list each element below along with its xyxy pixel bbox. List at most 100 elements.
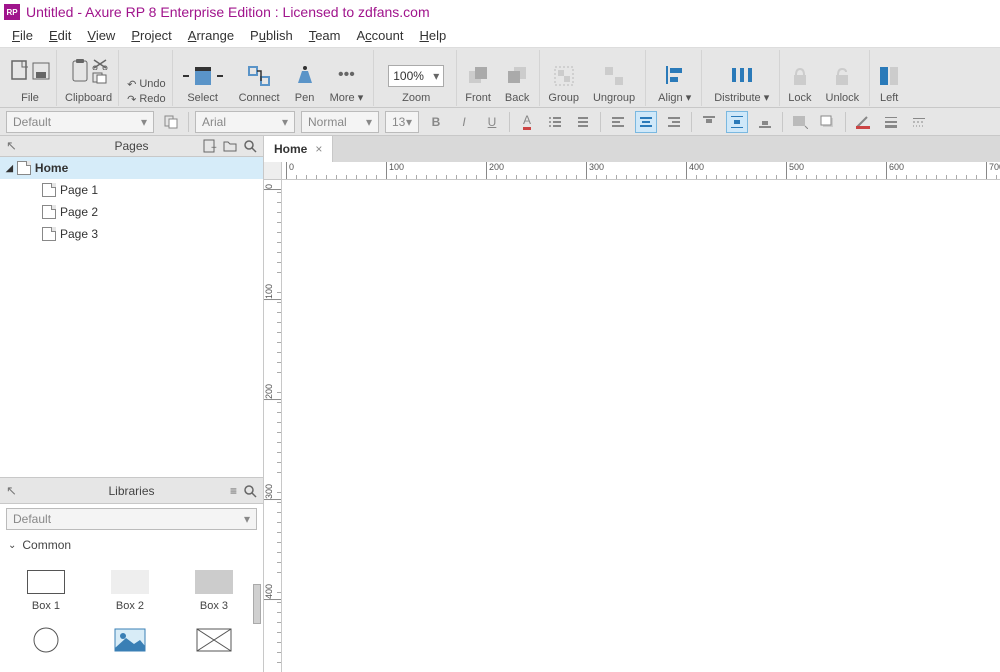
tool-zoom: 100%▾ Zoom: [376, 50, 457, 106]
title-bar: RP Untitled - Axure RP 8 Enterprise Edit…: [0, 0, 1000, 24]
workspace: ↖ Pages + ◢ Home Page 1 Page 2: [0, 136, 1000, 672]
menu-bar: File Edit View Project Arrange Publish T…: [0, 24, 1000, 48]
weight-combo[interactable]: Normal▾: [301, 111, 379, 133]
menu-edit[interactable]: Edit: [41, 26, 79, 45]
tool-pen[interactable]: Pen: [288, 50, 322, 106]
page-row[interactable]: Page 1: [0, 179, 263, 201]
new-file-icon[interactable]: [10, 59, 30, 83]
tool-connect[interactable]: Connect: [233, 50, 286, 106]
font-combo[interactable]: Arial▾: [195, 111, 295, 133]
zoom-combo[interactable]: 100%▾: [388, 65, 444, 87]
tool-left[interactable]: Left: [872, 50, 906, 106]
menu-team[interactable]: Team: [301, 26, 349, 45]
library-scrollbar[interactable]: [253, 584, 261, 624]
page-icon: [42, 205, 56, 219]
menu-file[interactable]: File: [4, 26, 41, 45]
text-color-button[interactable]: A: [516, 111, 538, 133]
tool-group-clipboard: Clipboard: [59, 50, 119, 106]
menu-help[interactable]: Help: [411, 26, 454, 45]
menu-project[interactable]: Project: [123, 26, 179, 45]
italic-button[interactable]: I: [453, 111, 475, 133]
left-column: ↖ Pages + ◢ Home Page 1 Page 2: [0, 136, 264, 672]
libraries-title: Libraries: [108, 484, 154, 498]
tool-select[interactable]: Select: [175, 50, 231, 106]
add-page-icon[interactable]: +: [203, 139, 217, 153]
copy-style-icon[interactable]: [160, 111, 182, 133]
page-row[interactable]: Page 2: [0, 201, 263, 223]
fill-color-button[interactable]: [789, 111, 811, 133]
border-width-button[interactable]: [880, 111, 902, 133]
lib-item-ellipse[interactable]: [4, 620, 88, 666]
tool-back[interactable]: Back: [499, 50, 540, 106]
lib-item-box2[interactable]: Box 2: [88, 562, 172, 620]
lib-item-placeholder[interactable]: [172, 620, 256, 666]
lib-item-image[interactable]: [88, 620, 172, 666]
pages-title: Pages: [114, 139, 148, 153]
format-bar: Default▾ Arial▾ Normal▾ 13▾ B I U A: [0, 108, 1000, 136]
window-title: Untitled - Axure RP 8 Enterprise Edition…: [26, 4, 430, 20]
underline-button[interactable]: U: [481, 111, 503, 133]
outer-shadow-button[interactable]: [817, 111, 839, 133]
chevron-down-icon: ⌄: [8, 540, 16, 551]
save-icon[interactable]: [32, 62, 50, 80]
canvas[interactable]: [282, 180, 1000, 672]
library-section-common[interactable]: ⌄ Common: [0, 534, 263, 556]
paste-icon[interactable]: [70, 59, 90, 83]
page-icon: [42, 183, 56, 197]
tab-close-icon[interactable]: ×: [315, 142, 322, 156]
expand-icon[interactable]: ◢: [6, 163, 13, 174]
tab-strip: Home ×: [264, 136, 1000, 162]
horizontal-ruler[interactable]: 0100200300400500600700: [282, 162, 1000, 180]
add-folder-icon[interactable]: [223, 139, 237, 153]
bullets-button[interactable]: [544, 111, 566, 133]
tool-group-undo: ↶ Undo ↷ Redo: [121, 50, 173, 106]
tool-front[interactable]: Front: [459, 50, 497, 106]
align-right-button[interactable]: [663, 111, 685, 133]
libraries-panel-header: ↖ Libraries ≡: [0, 478, 263, 504]
copy-icon[interactable]: [92, 72, 108, 84]
valign-middle-button[interactable]: [726, 111, 748, 133]
tool-distribute[interactable]: Distribute ▾: [704, 50, 780, 106]
redo-button[interactable]: ↷ Redo: [127, 93, 166, 106]
tool-ungroup[interactable]: Ungroup: [587, 50, 646, 106]
file-label: File: [21, 92, 39, 106]
tool-lock[interactable]: Lock: [782, 50, 817, 106]
library-grid: Box 1 Box 2 Box 3: [0, 556, 263, 672]
app-icon: RP: [4, 4, 20, 20]
tool-more[interactable]: ••• More ▾: [324, 50, 375, 106]
menu-arrange[interactable]: Arrange: [180, 26, 242, 45]
valign-top-button[interactable]: [698, 111, 720, 133]
pages-collapse-icon[interactable]: ↖: [6, 138, 17, 154]
libraries-menu-icon[interactable]: ≡: [230, 484, 237, 498]
tab-home[interactable]: Home ×: [264, 136, 333, 162]
libraries-panel: ↖ Libraries ≡ Default▾ ⌄ Common Box 1: [0, 477, 263, 672]
libraries-collapse-icon[interactable]: ↖: [6, 483, 17, 499]
bold-button[interactable]: B: [425, 111, 447, 133]
cut-icon[interactable]: [92, 58, 108, 70]
border-style-button[interactable]: [908, 111, 930, 133]
search-libraries-icon[interactable]: [243, 484, 257, 498]
svg-text:+: +: [211, 143, 217, 153]
align-center-button[interactable]: [635, 111, 657, 133]
style-combo[interactable]: Default▾: [6, 111, 154, 133]
tool-group-btn[interactable]: Group: [542, 50, 585, 106]
menu-view[interactable]: View: [79, 26, 123, 45]
lib-item-box3[interactable]: Box 3: [172, 562, 256, 620]
lib-item-box1[interactable]: Box 1: [4, 562, 88, 620]
size-combo[interactable]: 13▾: [385, 111, 419, 133]
tool-align[interactable]: Align ▾: [648, 50, 702, 106]
valign-bottom-button[interactable]: [754, 111, 776, 133]
tool-unlock[interactable]: Unlock: [820, 50, 871, 106]
page-row[interactable]: Page 3: [0, 223, 263, 245]
search-pages-icon[interactable]: [243, 139, 257, 153]
undo-button[interactable]: ↶ Undo: [127, 78, 166, 91]
menu-publish[interactable]: Publish: [242, 26, 301, 45]
menu-account[interactable]: Account: [349, 26, 412, 45]
border-color-button[interactable]: [852, 111, 874, 133]
line-height-button[interactable]: [572, 111, 594, 133]
page-label: Page 2: [60, 205, 98, 219]
align-left-button[interactable]: [607, 111, 629, 133]
page-row-home[interactable]: ◢ Home: [0, 157, 263, 179]
vertical-ruler[interactable]: 0100200300400: [264, 180, 282, 672]
library-select[interactable]: Default▾: [6, 508, 257, 530]
